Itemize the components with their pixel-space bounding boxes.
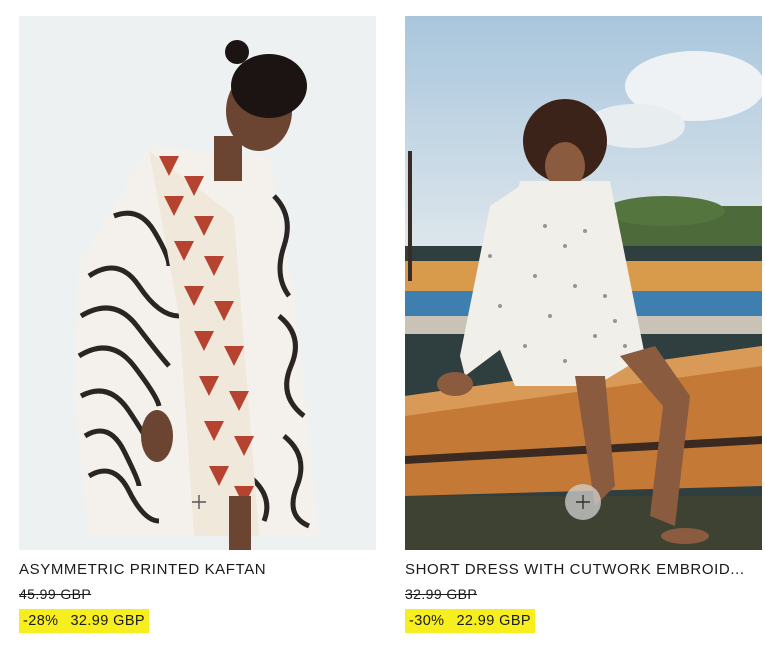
product-title[interactable]: ASYMMETRIC PRINTED KAFTAN — [19, 561, 369, 579]
discount-percent: -30% — [409, 613, 445, 629]
product-card[interactable]: ASYMMETRIC PRINTED KAFTAN 45.99 GBP -28%… — [19, 16, 376, 633]
product-title[interactable]: SHORT DRESS WITH CUTWORK EMBROID... — [405, 561, 755, 579]
product-image[interactable] — [405, 16, 762, 550]
product-card[interactable]: SHORT DRESS WITH CUTWORK EMBROID... 32.9… — [405, 16, 762, 633]
discount-percent: -28% — [23, 613, 59, 629]
plus-icon — [192, 495, 206, 509]
add-to-bag-button[interactable] — [181, 484, 217, 520]
sale-price: 22.99 GBP — [456, 613, 531, 629]
sale-price: 32.99 GBP — [70, 613, 145, 629]
original-price: 45.99 GBP — [19, 586, 92, 602]
sale-price-badge: -30% 22.99 GBP — [405, 609, 535, 633]
product-image[interactable] — [19, 16, 376, 550]
add-to-bag-button[interactable] — [565, 484, 601, 520]
plus-icon — [576, 495, 590, 509]
sale-price-badge: -28% 32.99 GBP — [19, 609, 149, 633]
original-price: 32.99 GBP — [405, 586, 478, 602]
